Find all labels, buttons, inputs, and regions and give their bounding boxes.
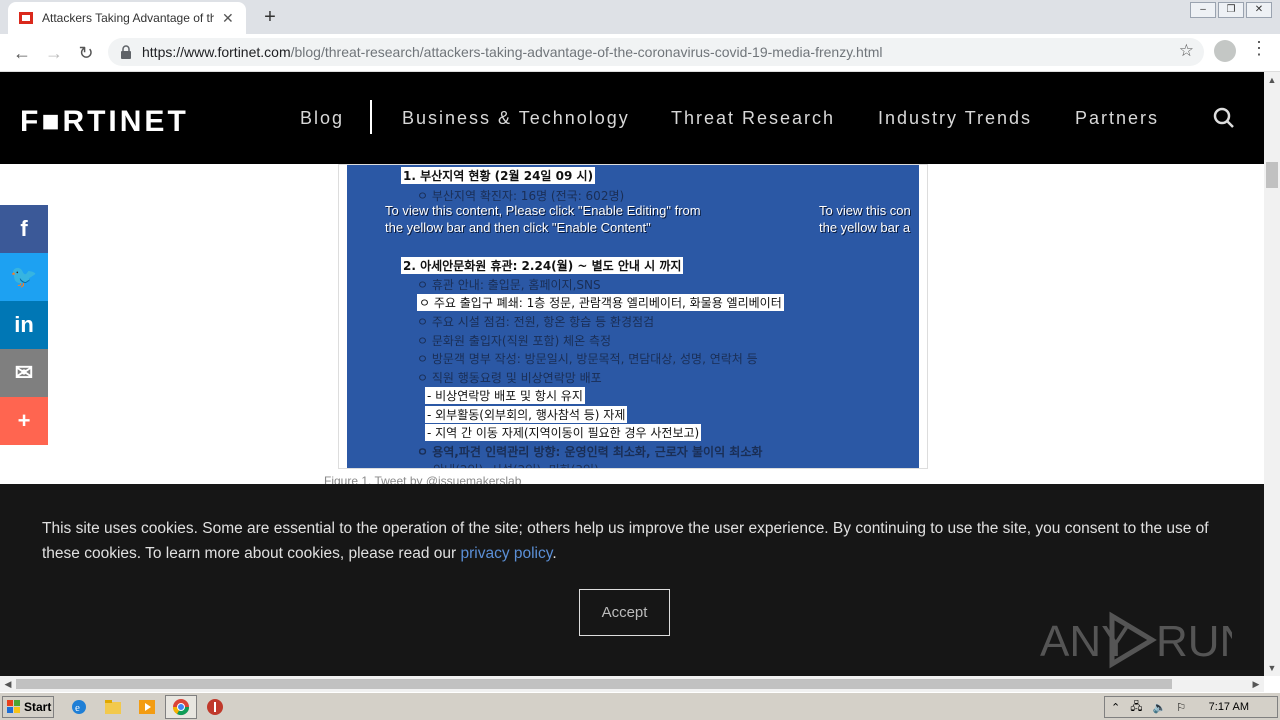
doc-line: - 비상연락망 배포 및 항시 유지 <box>425 387 585 404</box>
article-figure: 1. 부산지역 현황 (2월 24일 09 시) ㅇ 부산지역 확진자: 16명… <box>338 164 928 469</box>
share-more-button[interactable]: + <box>0 397 48 445</box>
nav-industry-trends[interactable]: Industry Trends <box>878 108 1032 129</box>
cookie-text: This site uses cookies. Some are essenti… <box>42 520 1209 562</box>
url-host: https://www.fortinet.com <box>142 44 291 60</box>
doc-line: ㅇ 문화원 출입자(직원 포함) 체온 측정 <box>417 334 612 348</box>
doc-line: ㅇ 부산지역 확진자: 16명 (전국: 602명) <box>417 189 625 203</box>
doc-line: ㅇ 방문객 명부 작성: 방문일시, 방문목적, 면담대상, 성명, 연락처 등 <box>417 352 758 366</box>
browser-tab[interactable]: Attackers Taking Advantage of the C ✕ <box>8 2 246 34</box>
nav-partners[interactable]: Partners <box>1075 108 1159 129</box>
forward-button[interactable]: → <box>38 37 70 69</box>
close-tab-icon[interactable]: ✕ <box>222 10 234 27</box>
reload-button[interactable]: ↻ <box>70 37 102 69</box>
linkedin-icon: in <box>14 312 34 337</box>
doc-line: ㅇ 휴관 안내: 출입문, 홈페이지,SNS <box>417 278 601 292</box>
scroll-right-arrow[interactable]: ▶ <box>1248 676 1264 692</box>
windows-taskbar: Start e ⌃ 🖧 🔈 ⚐ 7:17 AM <box>0 692 1280 720</box>
facebook-icon: f <box>20 216 28 241</box>
anyrun-watermark-logo: ANY RUN <box>1040 611 1232 669</box>
back-button[interactable]: ← <box>6 37 38 69</box>
privacy-policy-link[interactable]: privacy policy <box>460 545 552 562</box>
site-header: F■RTINET Blog Business & Technology Thre… <box>0 72 1264 164</box>
url-path: /blog/threat-research/attackers-taking-a… <box>290 44 883 60</box>
scroll-up-arrow[interactable]: ▲ <box>1264 72 1280 88</box>
tray-expand-icon[interactable]: ⌃ <box>1111 701 1120 714</box>
doc-line: ㅇ 주요 출입구 폐쇄: 1층 정문, 관람객용 엘리베이터, 화물용 엘리베이… <box>417 294 784 311</box>
bookmark-star-icon[interactable]: ☆ <box>1179 41 1194 61</box>
share-email-button[interactable]: ✉ <box>0 349 48 397</box>
cookie-message: This site uses cookies. Some are essenti… <box>42 516 1222 566</box>
macro-lure-text-right: the yellow bar a <box>819 220 911 235</box>
stop-icon[interactable] <box>206 698 224 716</box>
minimize-button[interactable]: – <box>1190 2 1216 18</box>
taskbar-clock[interactable]: 7:17 AM <box>1209 701 1249 713</box>
svg-text:RUN: RUN <box>1156 617 1232 666</box>
fortinet-favicon-icon <box>19 12 33 24</box>
fortinet-logo[interactable]: F■RTINET <box>20 105 189 139</box>
share-twitter-button[interactable]: 🐦 <box>0 253 48 301</box>
file-explorer-icon[interactable] <box>104 698 122 716</box>
lock-icon <box>121 45 131 59</box>
nav-business-technology[interactable]: Business & Technology <box>402 108 630 129</box>
volume-icon[interactable]: 🔈 <box>1152 701 1166 714</box>
restore-button[interactable]: ❐ <box>1218 2 1244 18</box>
vertical-scroll-thumb[interactable] <box>1266 162 1278 188</box>
doc-line: - 안내(2인), 시설(2인), 미화(3인) <box>425 461 599 468</box>
share-linkedin-button[interactable]: in <box>0 301 48 349</box>
doc-line: ㅇ 직원 행동요령 및 비상연락망 배포 <box>417 371 602 385</box>
doc-line: 2. 아세안문화원 휴관: 2.24(월) ~ 별도 안내 시 까지 <box>401 257 684 274</box>
scroll-left-arrow[interactable]: ◀ <box>0 676 16 692</box>
window-controls: – ❐ ✕ <box>1190 2 1272 18</box>
internet-explorer-icon[interactable]: e <box>70 698 88 716</box>
system-tray: ⌃ 🖧 🔈 ⚐ 7:17 AM <box>1104 696 1278 718</box>
url-text: https://www.fortinet.com/blog/threat-res… <box>142 44 883 60</box>
start-label: Start <box>24 700 52 714</box>
svg-text:e: e <box>75 702 80 714</box>
doc-line: ㅇ 주요 시설 점검: 전원, 항온 항습 등 환경점검 <box>417 315 655 329</box>
nav-divider <box>370 100 372 134</box>
email-icon: ✉ <box>14 360 34 385</box>
new-tab-button[interactable]: + <box>258 6 282 29</box>
address-bar[interactable]: https://www.fortinet.com/blog/threat-res… <box>108 38 1204 66</box>
flag-icon[interactable]: ⚐ <box>1176 701 1186 714</box>
chrome-icon <box>172 699 190 716</box>
macro-lure-text: the yellow bar and then click "Enable Co… <box>385 220 651 235</box>
browser-toolbar: ← → ↻ https://www.fortinet.com/blog/thre… <box>0 34 1280 72</box>
browser-menu-icon[interactable]: ⋮ <box>1250 38 1268 59</box>
media-player-icon[interactable] <box>138 698 156 716</box>
windows-logo-icon <box>7 700 20 713</box>
doc-line: ㅇ 용역,파견 인력관리 방향: 운영인력 최소화, 근로자 불이익 최소화 <box>417 445 763 459</box>
doc-line: 1. 부산지역 현황 (2월 24일 09 시) <box>401 167 596 184</box>
share-facebook-button[interactable]: f <box>0 205 48 253</box>
cookie-banner: This site uses cookies. Some are essenti… <box>0 484 1264 676</box>
macro-lure-text-right: To view this con <box>819 203 911 218</box>
doc-line: - 지역 간 이동 자제(지역이동이 필요한 경우 사전보고) <box>425 424 702 441</box>
start-button[interactable]: Start <box>2 696 54 718</box>
tab-title: Attackers Taking Advantage of the C <box>42 11 214 25</box>
close-window-button[interactable]: ✕ <box>1246 2 1272 18</box>
nav-blog[interactable]: Blog <box>300 108 344 129</box>
profile-avatar[interactable] <box>1214 40 1236 62</box>
tab-strip: Attackers Taking Advantage of the C ✕ + … <box>0 0 1280 34</box>
macro-lure-text: To view this content, Please click "Enab… <box>385 203 701 218</box>
network-icon[interactable]: 🖧 <box>1130 698 1142 717</box>
plus-icon: + <box>17 408 31 433</box>
horizontal-scroll-thumb[interactable] <box>16 679 1172 689</box>
doc-line: - 외부활동(외부회의, 행사참석 등) 자제 <box>425 406 628 423</box>
cookie-text-end: . <box>552 545 557 562</box>
nav-threat-research[interactable]: Threat Research <box>671 108 835 129</box>
accept-cookies-button[interactable]: Accept <box>579 589 670 636</box>
scroll-down-arrow[interactable]: ▼ <box>1264 660 1280 676</box>
twitter-icon: 🐦 <box>10 264 38 289</box>
search-icon[interactable] <box>1212 106 1236 130</box>
